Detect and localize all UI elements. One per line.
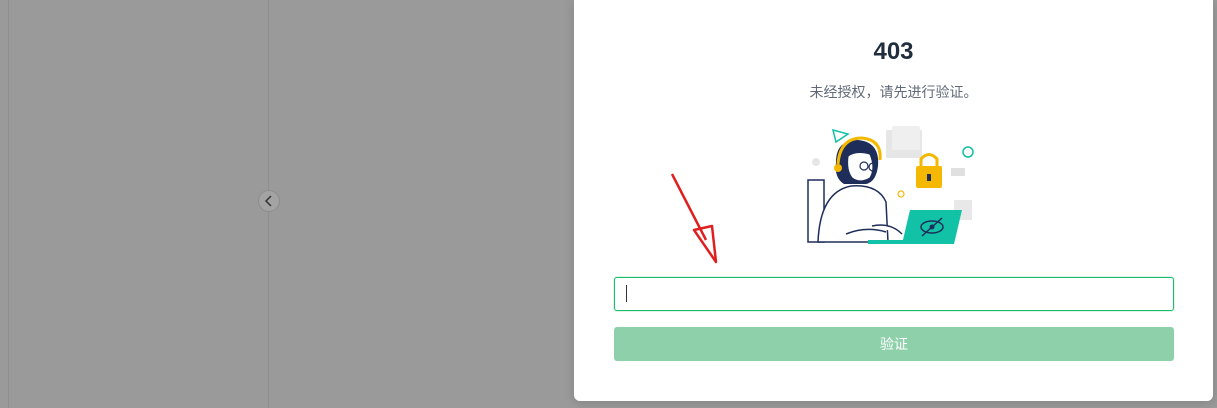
- triangle-decoration: [831, 128, 850, 144]
- error-code: 403: [873, 38, 914, 65]
- dot-decoration: [812, 158, 820, 166]
- lock-shackle: [919, 153, 939, 166]
- page-root: 403 未经授权，请先进行验证。 验证: [0, 0, 1217, 408]
- card-decoration: [951, 168, 965, 176]
- folder-decoration: [892, 126, 920, 150]
- verification-code-input[interactable]: [614, 277, 1174, 311]
- text-cursor: [626, 285, 627, 302]
- verification-dialog: 403 未经授权，请先进行验证。 验证: [574, 0, 1213, 401]
- error-message: 未经授权，请先进行验证。: [809, 84, 978, 100]
- verify-button[interactable]: 验证: [614, 327, 1174, 361]
- headphones-earpiece: [834, 164, 842, 172]
- lock-keyhole: [927, 174, 931, 181]
- unauthorized-illustration: [807, 126, 974, 244]
- laptop-base: [868, 240, 920, 244]
- collapse-sidebar-button[interactable]: [258, 190, 280, 212]
- background-divider: [8, 0, 9, 408]
- sparkle-decoration: [897, 190, 905, 198]
- person-body: [817, 185, 889, 243]
- chevron-left-icon: [264, 195, 274, 207]
- circle-decoration: [962, 146, 974, 158]
